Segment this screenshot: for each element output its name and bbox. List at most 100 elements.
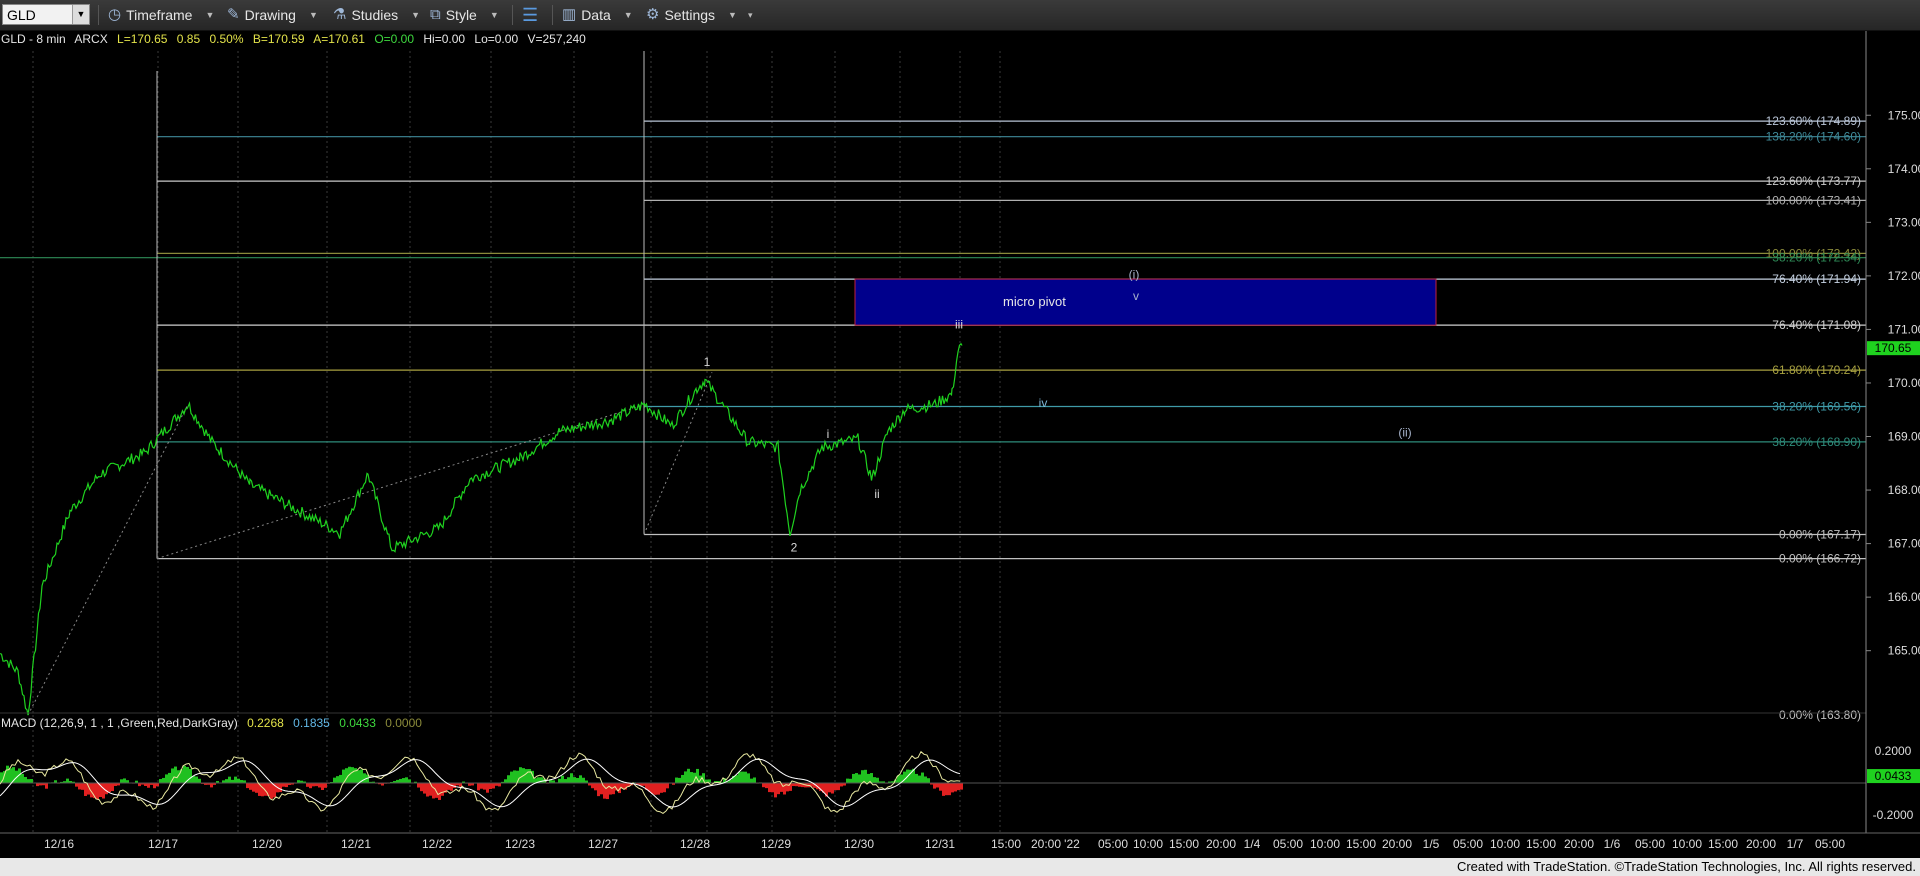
macd-bar <box>777 783 780 795</box>
macd-bar <box>768 783 771 793</box>
macd-bar <box>528 769 531 783</box>
macd-label: MACD (12,26,9, 1 , 1 ,Green,Red,DarkGray… <box>1 716 238 730</box>
macd-bar <box>477 783 480 791</box>
wave-label: (ii) <box>1398 426 1411 440</box>
macd-bar <box>318 783 321 788</box>
timeframe-menu[interactable]: ◷ Timeframe ▼ <box>108 0 214 30</box>
time-tick-label: 05:00 <box>1273 837 1303 851</box>
price-tick-label: 172.00 <box>1888 269 1920 283</box>
caret-down-icon: ▼ <box>205 10 215 20</box>
macd-bar <box>234 776 237 783</box>
time-tick-label: 20:00 <box>1382 837 1412 851</box>
macd-bar <box>336 776 339 783</box>
macd-bar <box>606 783 609 800</box>
macd-bar <box>846 778 849 783</box>
macd-bar <box>582 777 585 783</box>
macd-bar <box>864 769 867 783</box>
macd-bar <box>75 783 78 787</box>
macd-bar <box>351 767 354 783</box>
time-tick-label: 12/21 <box>341 837 371 851</box>
header-change: 0.85 <box>177 32 201 46</box>
macd-bar <box>24 776 27 783</box>
macd-bar <box>762 783 765 788</box>
symbol-dropdown-icon[interactable]: ▼ <box>72 5 89 24</box>
macd-bar <box>774 783 777 798</box>
data-menu[interactable]: ▥ Data ▼ <box>562 0 633 30</box>
header-lo: Lo=0.00 <box>474 32 518 46</box>
caret-down-icon: ▼ <box>728 10 737 20</box>
macd-bar <box>189 768 192 783</box>
macd-value-4: 0.0000 <box>385 716 422 730</box>
macd-bar <box>450 783 453 791</box>
settings-menu[interactable]: ⚙ Settings ▼ ▾ <box>646 0 753 30</box>
layout-button[interactable]: ☰ <box>522 0 538 30</box>
macd-bar <box>108 783 111 793</box>
macd-bar <box>960 783 963 790</box>
macd-bar <box>159 779 162 783</box>
caret-down-icon: ▼ <box>623 10 633 20</box>
time-tick-label: 05:00 <box>1815 837 1845 851</box>
price-tick-label: 170.00 <box>1888 376 1920 390</box>
macd-bar <box>228 776 231 783</box>
symbol-input[interactable]: GLD ▼ <box>2 4 90 25</box>
time-tick-label: 12/31 <box>925 837 955 851</box>
macd-bar <box>405 777 408 783</box>
style-menu[interactable]: ⧉ Style ▼ <box>430 0 499 30</box>
macd-bar <box>660 783 663 793</box>
macd-bar <box>402 778 405 783</box>
macd-bar <box>321 783 324 790</box>
drawing-menu[interactable]: ✎ Drawing ▼ <box>227 0 318 30</box>
macd-bar <box>525 769 528 783</box>
macd-bar <box>942 783 945 796</box>
chart-area[interactable]: 123.60% (174.89) 138.20% (174.60) 123.60% … <box>0 31 1920 858</box>
fib-level-label: 38.20% (169.56) <box>1772 400 1861 414</box>
layout-icon: ☰ <box>522 5 539 25</box>
studies-menu[interactable]: ⚗ Studies ▼ <box>333 0 420 30</box>
macd-bar <box>675 777 678 783</box>
time-tick-label: 20:00 <box>1031 837 1061 851</box>
macd-bar <box>561 775 564 783</box>
fib-level-label: 0.00% (167.17) <box>1779 527 1861 541</box>
fib-level-label: 123.60% (173.77) <box>1766 174 1861 188</box>
macd-bar <box>120 779 123 783</box>
macd-bar <box>249 783 252 790</box>
macd-bar <box>423 783 426 794</box>
copyright-text: Created with TradeStation. ©TradeStation… <box>1456 859 1916 874</box>
macd-bar <box>573 777 576 783</box>
fib-level-label: 76.40% (171.94) <box>1772 272 1861 286</box>
wave-label: iv <box>1039 396 1048 410</box>
macd-bar <box>903 771 906 783</box>
pivot-label: micro pivot <box>1003 294 1066 309</box>
time-tick-label: 10:00 <box>1490 837 1520 851</box>
macd-bar <box>195 776 198 783</box>
macd-bar <box>654 783 657 795</box>
time-tick-label: 12/17 <box>148 837 178 851</box>
macd-bar <box>510 771 513 783</box>
time-tick-label: 12/20 <box>252 837 282 851</box>
fib-level-label: 123.60% (174.89) <box>1766 114 1861 128</box>
macd-bar <box>483 783 486 790</box>
time-tick-label: 1/6 <box>1604 837 1621 851</box>
macd-bar <box>27 779 30 783</box>
macd-bar <box>105 783 108 795</box>
macd-bar <box>957 783 960 791</box>
macd-bar <box>81 783 84 790</box>
timeframe-label: Timeframe <box>126 7 193 23</box>
macd-bar <box>840 783 843 787</box>
time-tick-label: 15:00 <box>1346 837 1376 851</box>
macd-bar <box>96 783 99 800</box>
macd-bar <box>735 775 738 783</box>
micro-pivot-box[interactable]: micro pivot <box>854 278 1437 326</box>
macd-bar <box>567 777 570 783</box>
fib-level-label: 138.20% (174.60) <box>1766 130 1861 144</box>
macd-bar <box>426 783 429 797</box>
fib-level-label: 0.00% (163.80) <box>1779 708 1861 722</box>
macd-bar <box>564 779 567 783</box>
time-tick-label: 12/27 <box>588 837 618 851</box>
macd-bar <box>918 775 921 783</box>
macd-bar <box>153 783 156 789</box>
time-tick-label: 15:00 <box>1708 837 1738 851</box>
pivot-rect[interactable] <box>854 278 1437 326</box>
overflow-icon[interactable]: ▾ <box>748 0 753 30</box>
header-symbol: GLD - 8 min <box>1 32 66 46</box>
